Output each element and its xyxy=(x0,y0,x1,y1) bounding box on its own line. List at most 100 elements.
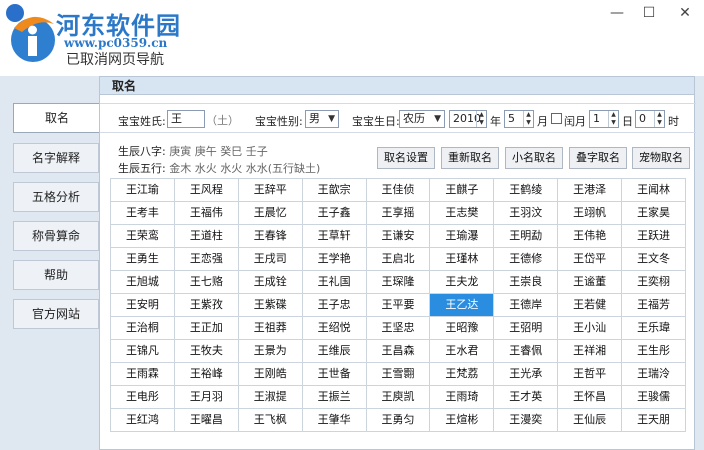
sidebar-item-official-site[interactable]: 官方网站 xyxy=(13,299,99,329)
name-cell[interactable]: 王旭城 xyxy=(111,271,175,294)
name-cell[interactable]: 王江瑜 xyxy=(111,179,175,202)
name-cell[interactable]: 王勇生 xyxy=(111,248,175,271)
naming-settings-button[interactable]: 取名设置 xyxy=(377,147,435,169)
name-cell[interactable]: 王夫龙 xyxy=(430,271,495,294)
name-cell[interactable]: 王才英 xyxy=(494,386,559,409)
name-cell[interactable]: 王恋强 xyxy=(174,248,239,271)
name-cell[interactable]: 王雨琦 xyxy=(430,386,495,409)
name-cell[interactable]: 王牧夫 xyxy=(174,340,239,363)
name-cell[interactable]: 王佳侦 xyxy=(366,179,431,202)
name-cell[interactable]: 王文冬 xyxy=(622,248,687,271)
name-cell[interactable]: 王跃进 xyxy=(622,225,687,248)
name-cell[interactable]: 王明勐 xyxy=(494,225,559,248)
name-cell[interactable]: 王仙辰 xyxy=(558,409,623,432)
name-cell[interactable]: 王闻林 xyxy=(622,179,687,202)
name-cell[interactable]: 王勇匀 xyxy=(366,409,431,432)
name-cell[interactable]: 王正加 xyxy=(174,317,239,340)
name-cell[interactable]: 王骏儒 xyxy=(622,386,687,409)
name-cell[interactable]: 王麒子 xyxy=(430,179,495,202)
name-cell[interactable]: 王电彤 xyxy=(111,386,175,409)
name-cell[interactable]: 王绍悦 xyxy=(302,317,367,340)
spin-arrows-icon[interactable]: ▲ ▼ xyxy=(523,111,533,127)
name-cell[interactable]: 王振兰 xyxy=(302,386,367,409)
name-cell[interactable]: 王昌森 xyxy=(366,340,431,363)
name-cell[interactable]: 王紫碟 xyxy=(238,294,303,317)
name-cell[interactable]: 王道柱 xyxy=(174,225,239,248)
gender-select[interactable]: 男 ▼ xyxy=(305,110,339,128)
name-cell[interactable]: 王羽汶 xyxy=(494,202,559,225)
name-cell[interactable]: 王祖莽 xyxy=(238,317,303,340)
name-cell[interactable]: 王昭豫 xyxy=(430,317,495,340)
name-cell[interactable]: 王港泽 xyxy=(558,179,623,202)
name-cell[interactable]: 王小汕 xyxy=(558,317,623,340)
spin-arrows-icon[interactable]: ▲ ▼ xyxy=(654,111,664,127)
name-cell[interactable]: 王锦凡 xyxy=(111,340,175,363)
name-cell[interactable]: 王考丰 xyxy=(111,202,175,225)
name-cell[interactable]: 王生彤 xyxy=(622,340,687,363)
name-cell[interactable]: 王瑾林 xyxy=(430,248,495,271)
name-cell[interactable]: 王礼国 xyxy=(302,271,367,294)
name-cell[interactable]: 王翊帆 xyxy=(558,202,623,225)
name-cell[interactable]: 王弨明 xyxy=(494,317,559,340)
name-cell[interactable]: 王坚忠 xyxy=(366,317,431,340)
name-cell[interactable]: 王景为 xyxy=(238,340,303,363)
name-cell[interactable]: 王谦安 xyxy=(366,225,431,248)
name-cell[interactable]: 王琛隆 xyxy=(366,271,431,294)
name-cell[interactable]: 王肇华 xyxy=(302,409,367,432)
name-cell[interactable]: 王曜昌 xyxy=(174,409,239,432)
name-cell[interactable]: 王若健 xyxy=(558,294,623,317)
name-cell[interactable]: 王怀昌 xyxy=(558,386,623,409)
name-cell[interactable]: 王家昊 xyxy=(622,202,687,225)
name-cell[interactable]: 王歆宗 xyxy=(302,179,367,202)
name-cell[interactable]: 王淑提 xyxy=(238,386,303,409)
name-cell[interactable]: 王德修 xyxy=(494,248,559,271)
spin-arrows-icon[interactable]: ▲ ▼ xyxy=(608,111,618,127)
close-button[interactable]: ✕ xyxy=(670,3,700,23)
name-cell[interactable]: 王煊彬 xyxy=(430,409,495,432)
name-cell[interactable]: 王裕峰 xyxy=(174,363,239,386)
name-cell[interactable]: 王月羽 xyxy=(174,386,239,409)
name-cell[interactable]: 王世备 xyxy=(302,363,367,386)
name-cell[interactable]: 王德岸 xyxy=(494,294,559,317)
day-spinner[interactable]: 1 ▲ ▼ xyxy=(589,110,619,128)
name-cell[interactable]: 王水君 xyxy=(430,340,495,363)
name-cell[interactable]: 王瑞泠 xyxy=(622,363,687,386)
name-cell[interactable]: 王奕栩 xyxy=(622,271,687,294)
name-cell[interactable]: 王红鸿 xyxy=(111,409,175,432)
name-cell[interactable]: 王梵荔 xyxy=(430,363,495,386)
name-cell[interactable]: 王祥湘 xyxy=(558,340,623,363)
sidebar-item-help[interactable]: 帮助 xyxy=(13,260,99,290)
reduplicated-name-button[interactable]: 叠字取名 xyxy=(569,147,627,169)
sidebar-item-wuge-analysis[interactable]: 五格分析 xyxy=(13,182,99,212)
surname-input[interactable]: 王 xyxy=(167,110,205,128)
name-cell[interactable]: 王雨霖 xyxy=(111,363,175,386)
minimize-button[interactable]: — xyxy=(602,3,632,23)
name-cell[interactable]: 王治桐 xyxy=(111,317,175,340)
name-cell[interactable]: 王成铨 xyxy=(238,271,303,294)
name-cell[interactable]: 王刚皓 xyxy=(238,363,303,386)
name-cell[interactable]: 王天朋 xyxy=(622,409,687,432)
name-cell[interactable]: 王崇良 xyxy=(494,271,559,294)
name-cell[interactable]: 王鹤绫 xyxy=(494,179,559,202)
maximize-button[interactable]: ☐ xyxy=(634,3,664,23)
name-cell[interactable]: 王享摇 xyxy=(366,202,431,225)
name-cell[interactable]: 王漫奕 xyxy=(494,409,559,432)
name-cell[interactable]: 王福伟 xyxy=(174,202,239,225)
name-cell[interactable]: 王子鑫 xyxy=(302,202,367,225)
name-cell[interactable]: 王草轩 xyxy=(302,225,367,248)
name-cell[interactable]: 王瑜瀑 xyxy=(430,225,495,248)
hour-spinner[interactable]: 0 ▲ ▼ xyxy=(635,110,665,128)
sidebar-item-name-explanation[interactable]: 名字解释 xyxy=(13,143,99,173)
calendar-select[interactable]: 农历 ▼ xyxy=(399,110,445,128)
name-cell[interactable]: 王岱平 xyxy=(558,248,623,271)
spin-arrows-icon[interactable]: ▲ ▼ xyxy=(476,111,486,127)
sidebar-item-naming[interactable]: 取名 xyxy=(13,103,101,133)
sidebar-item-bone-fortune[interactable]: 称骨算命 xyxy=(13,221,99,251)
name-cell[interactable]: 王庾凯 xyxy=(366,386,431,409)
month-spinner[interactable]: 5 ▲ ▼ xyxy=(504,110,534,128)
name-cell[interactable]: 王启北 xyxy=(366,248,431,271)
name-cell[interactable]: 王荣鸾 xyxy=(111,225,175,248)
name-cell[interactable]: 王雪翾 xyxy=(366,363,431,386)
name-cell[interactable]: 王维辰 xyxy=(302,340,367,363)
name-cell[interactable]: 王乐瑋 xyxy=(622,317,687,340)
